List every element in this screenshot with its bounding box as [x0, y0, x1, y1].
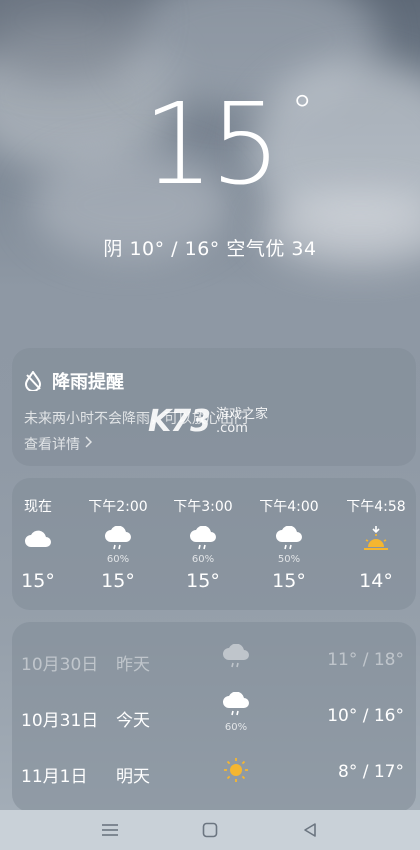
- day-date: 11月1日: [21, 767, 88, 787]
- hourly-item-0[interactable]: 现在 15°: [0, 496, 81, 592]
- hour-label: 现在: [24, 499, 52, 515]
- day-relative: 明天: [116, 767, 150, 787]
- current-temperature-block: 15 °: [0, 80, 420, 210]
- rain-cloud-icon: [75, 524, 161, 554]
- menu-icon[interactable]: [98, 818, 122, 842]
- hour-label: 下午2:00: [88, 499, 148, 515]
- hourly-item-1[interactable]: 下午2:00 60% 15°: [75, 496, 161, 592]
- cloud-icon: [216, 643, 256, 674]
- day-temp-range: 11° / 18°: [327, 650, 404, 670]
- system-navbar: [0, 810, 420, 850]
- hour-temperature: 14°: [359, 570, 393, 592]
- back-icon[interactable]: [298, 818, 322, 842]
- daily-row-tomorrow[interactable]: 11月1日 明天 8° / 17°: [12, 754, 416, 794]
- hour-temperature: 15°: [186, 570, 220, 592]
- day-date: 10月30日: [21, 655, 99, 675]
- hourly-forecast-card[interactable]: 现在 15° 下午2:00 60% 15° 下午3:00 60% 15° 下午4…: [12, 478, 416, 610]
- chevron-right-icon: [84, 436, 93, 452]
- hourly-item-3[interactable]: 下午4:00 50% 15°: [246, 496, 332, 592]
- hourly-item-2[interactable]: 下午3:00 60% 15°: [160, 496, 246, 592]
- weather-summary: 阴 10° / 16° 空气优 34: [103, 238, 317, 260]
- day-temp-range: 10° / 16°: [327, 706, 404, 726]
- hour-temperature: 15°: [272, 570, 306, 592]
- precip-probability: 60%: [191, 554, 215, 565]
- current-temperature: 15: [142, 80, 282, 210]
- precip-probability: [333, 554, 419, 566]
- precip-probability: 60%: [224, 722, 248, 733]
- degree-symbol: °: [291, 86, 314, 137]
- rain-cloud-icon: 60%: [216, 691, 256, 733]
- sun-icon: [216, 756, 256, 788]
- rain-cloud-icon: [246, 524, 332, 554]
- daily-row-today[interactable]: 10月31日 今天 60% 10° / 16°: [12, 691, 416, 738]
- precip-probability: 50%: [277, 554, 301, 565]
- precip-probability: 60%: [106, 554, 130, 565]
- rain-off-icon: [24, 370, 42, 392]
- hour-temperature: 15°: [21, 570, 55, 592]
- hour-label: 下午4:00: [259, 499, 319, 515]
- day-relative: 昨天: [116, 655, 150, 675]
- hour-label: 下午3:00: [173, 499, 233, 515]
- sunset-icon: [333, 524, 419, 554]
- rain-cloud-icon: [160, 524, 246, 554]
- daily-forecast-card[interactable]: 10月30日 昨天 11° / 18° 10月31日 今天 60% 10° / …: [12, 622, 416, 812]
- cloud-icon: [0, 524, 81, 554]
- watermark-line2: .com: [216, 420, 248, 436]
- rain-alert-title: 降雨提醒: [52, 372, 124, 393]
- watermark-line1: 游戏之家: [216, 406, 269, 422]
- day-temp-range: 8° / 17°: [338, 762, 404, 782]
- watermark-logo: K73: [148, 404, 211, 439]
- precip-probability: [0, 554, 81, 566]
- watermark: K73 游戏之家 .com: [148, 404, 268, 439]
- day-date: 10月31日: [21, 711, 99, 731]
- details-link-label: 查看详情: [24, 437, 80, 453]
- hour-temperature: 15°: [101, 570, 135, 592]
- daily-row-yesterday[interactable]: 10月30日 昨天 11° / 18°: [12, 642, 416, 682]
- hourly-item-4[interactable]: 下午4:58 14°: [333, 496, 419, 592]
- hour-label: 下午4:58: [346, 499, 406, 515]
- day-relative: 今天: [116, 711, 150, 731]
- home-icon[interactable]: [198, 818, 222, 842]
